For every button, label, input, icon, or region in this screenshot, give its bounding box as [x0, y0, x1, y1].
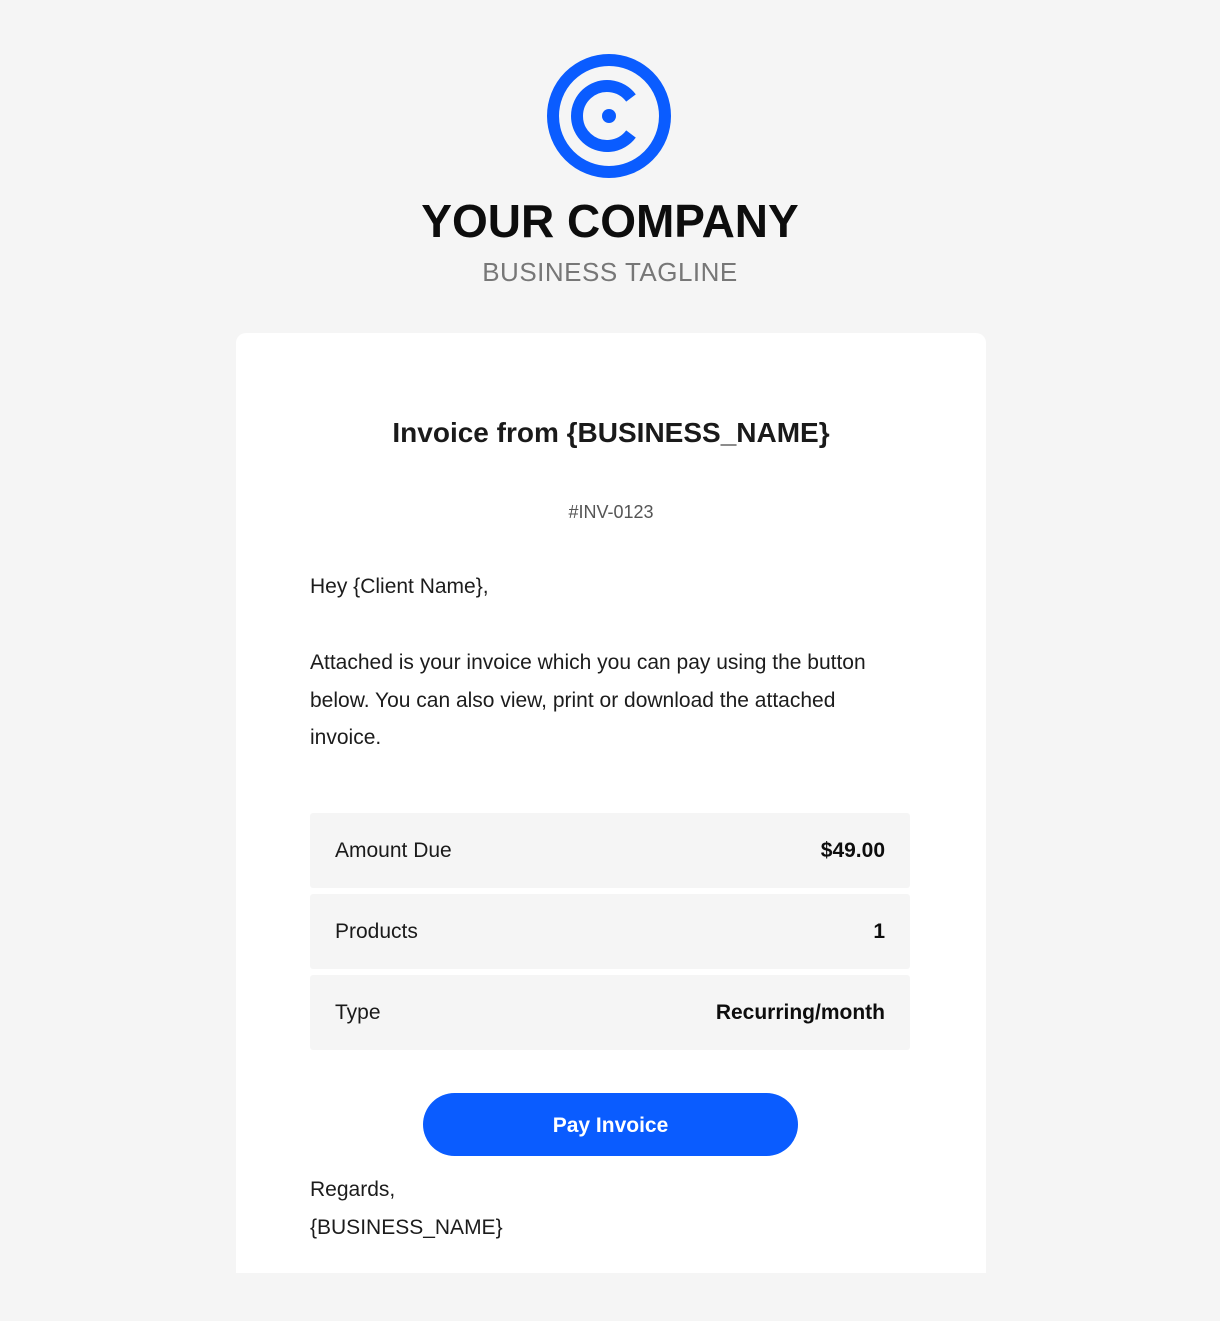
- invoice-message: Attached is your invoice which you can p…: [310, 651, 866, 749]
- signoff: Regards, {BUSINESS_NAME}: [310, 1171, 503, 1247]
- detail-value: $49.00: [820, 839, 885, 862]
- detail-label: Amount Due: [335, 839, 452, 862]
- signature-business-name: {BUSINESS_NAME}: [310, 1216, 503, 1239]
- invoice-details-table: Amount Due $49.00 Products 1 Type Recurr…: [310, 813, 910, 1056]
- invoice-title: Invoice from {BUSINESS_NAME}: [392, 417, 830, 448]
- detail-row-type: Type Recurring/month: [310, 975, 910, 1050]
- detail-value: 1: [873, 920, 885, 943]
- detail-row-products: Products 1: [310, 894, 910, 969]
- greeting-text: Hey {Client Name},: [310, 575, 489, 598]
- detail-label: Type: [335, 1001, 381, 1024]
- invoice-card: Invoice from {BUSINESS_NAME} #INV-0123 H…: [236, 333, 986, 1273]
- detail-label: Products: [335, 920, 418, 943]
- invoice-number: #INV-0123: [568, 502, 654, 522]
- detail-value: Recurring/month: [715, 1001, 885, 1024]
- company-name: YOUR COMPANY: [421, 195, 799, 247]
- business-tagline: BUSINESS TAGLINE: [482, 257, 738, 287]
- pay-invoice-button[interactable]: Pay Invoice: [423, 1093, 798, 1156]
- regards-text: Regards,: [310, 1178, 396, 1201]
- company-logo-icon: [547, 54, 671, 178]
- detail-row-amount-due: Amount Due $49.00: [310, 813, 910, 888]
